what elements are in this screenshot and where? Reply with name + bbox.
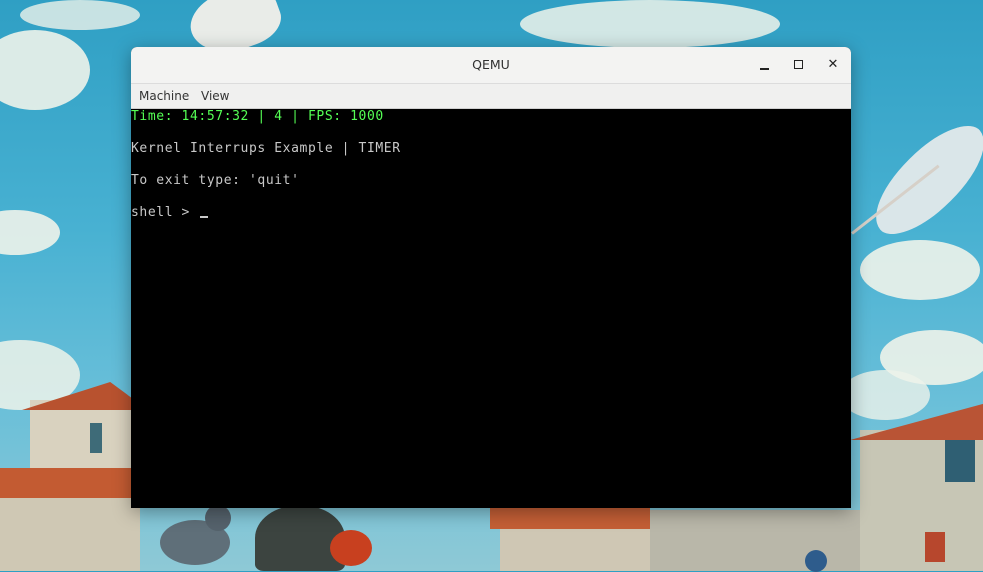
minimize-icon — [760, 68, 769, 70]
menu-bar: Machine View — [131, 84, 851, 109]
wallpaper-window — [925, 532, 945, 562]
console-line-exit-hint: To exit type: 'quit' — [131, 173, 300, 188]
wallpaper-window — [90, 423, 102, 453]
window-titlebar[interactable]: QEMU ✕ — [131, 47, 851, 84]
qemu-window[interactable]: QEMU ✕ Machine View Time: 14:57:32 | 4 |… — [131, 47, 851, 508]
shell-prompt-line: shell > — [131, 205, 209, 220]
wallpaper-cloud — [860, 240, 980, 300]
status-line: Time: 14:57:32 | 4 | FPS: 1000 — [131, 109, 384, 124]
wallpaper-cloud — [840, 370, 930, 420]
console-line-title: Kernel Interrups Example | TIMER — [131, 141, 401, 156]
console-screen[interactable]: Time: 14:57:32 | 4 | FPS: 1000 Kernel In… — [131, 109, 851, 508]
wallpaper-cloud — [520, 0, 780, 48]
close-icon: ✕ — [827, 57, 839, 72]
shell-prompt: shell > — [131, 205, 199, 220]
minimize-button[interactable] — [755, 55, 775, 75]
wallpaper-roof — [0, 468, 150, 498]
window-title: QEMU — [472, 57, 510, 72]
text-cursor — [200, 216, 209, 218]
close-button[interactable]: ✕ — [823, 55, 843, 75]
menu-view[interactable]: View — [201, 84, 229, 108]
wallpaper-roof — [490, 507, 650, 529]
maximize-button[interactable] — [789, 55, 809, 75]
wallpaper-robin — [330, 530, 372, 566]
wallpaper-cloud — [0, 210, 60, 255]
menu-machine[interactable]: Machine — [139, 84, 189, 108]
maximize-icon — [794, 60, 803, 69]
wallpaper-cloud — [0, 30, 90, 110]
wallpaper-bluebird — [805, 550, 827, 572]
wallpaper-window — [945, 440, 975, 482]
wallpaper-house — [650, 510, 860, 571]
wallpaper-cloud — [20, 0, 140, 30]
wallpaper-pigeon-head — [205, 505, 231, 531]
wallpaper-fountain — [255, 505, 345, 571]
